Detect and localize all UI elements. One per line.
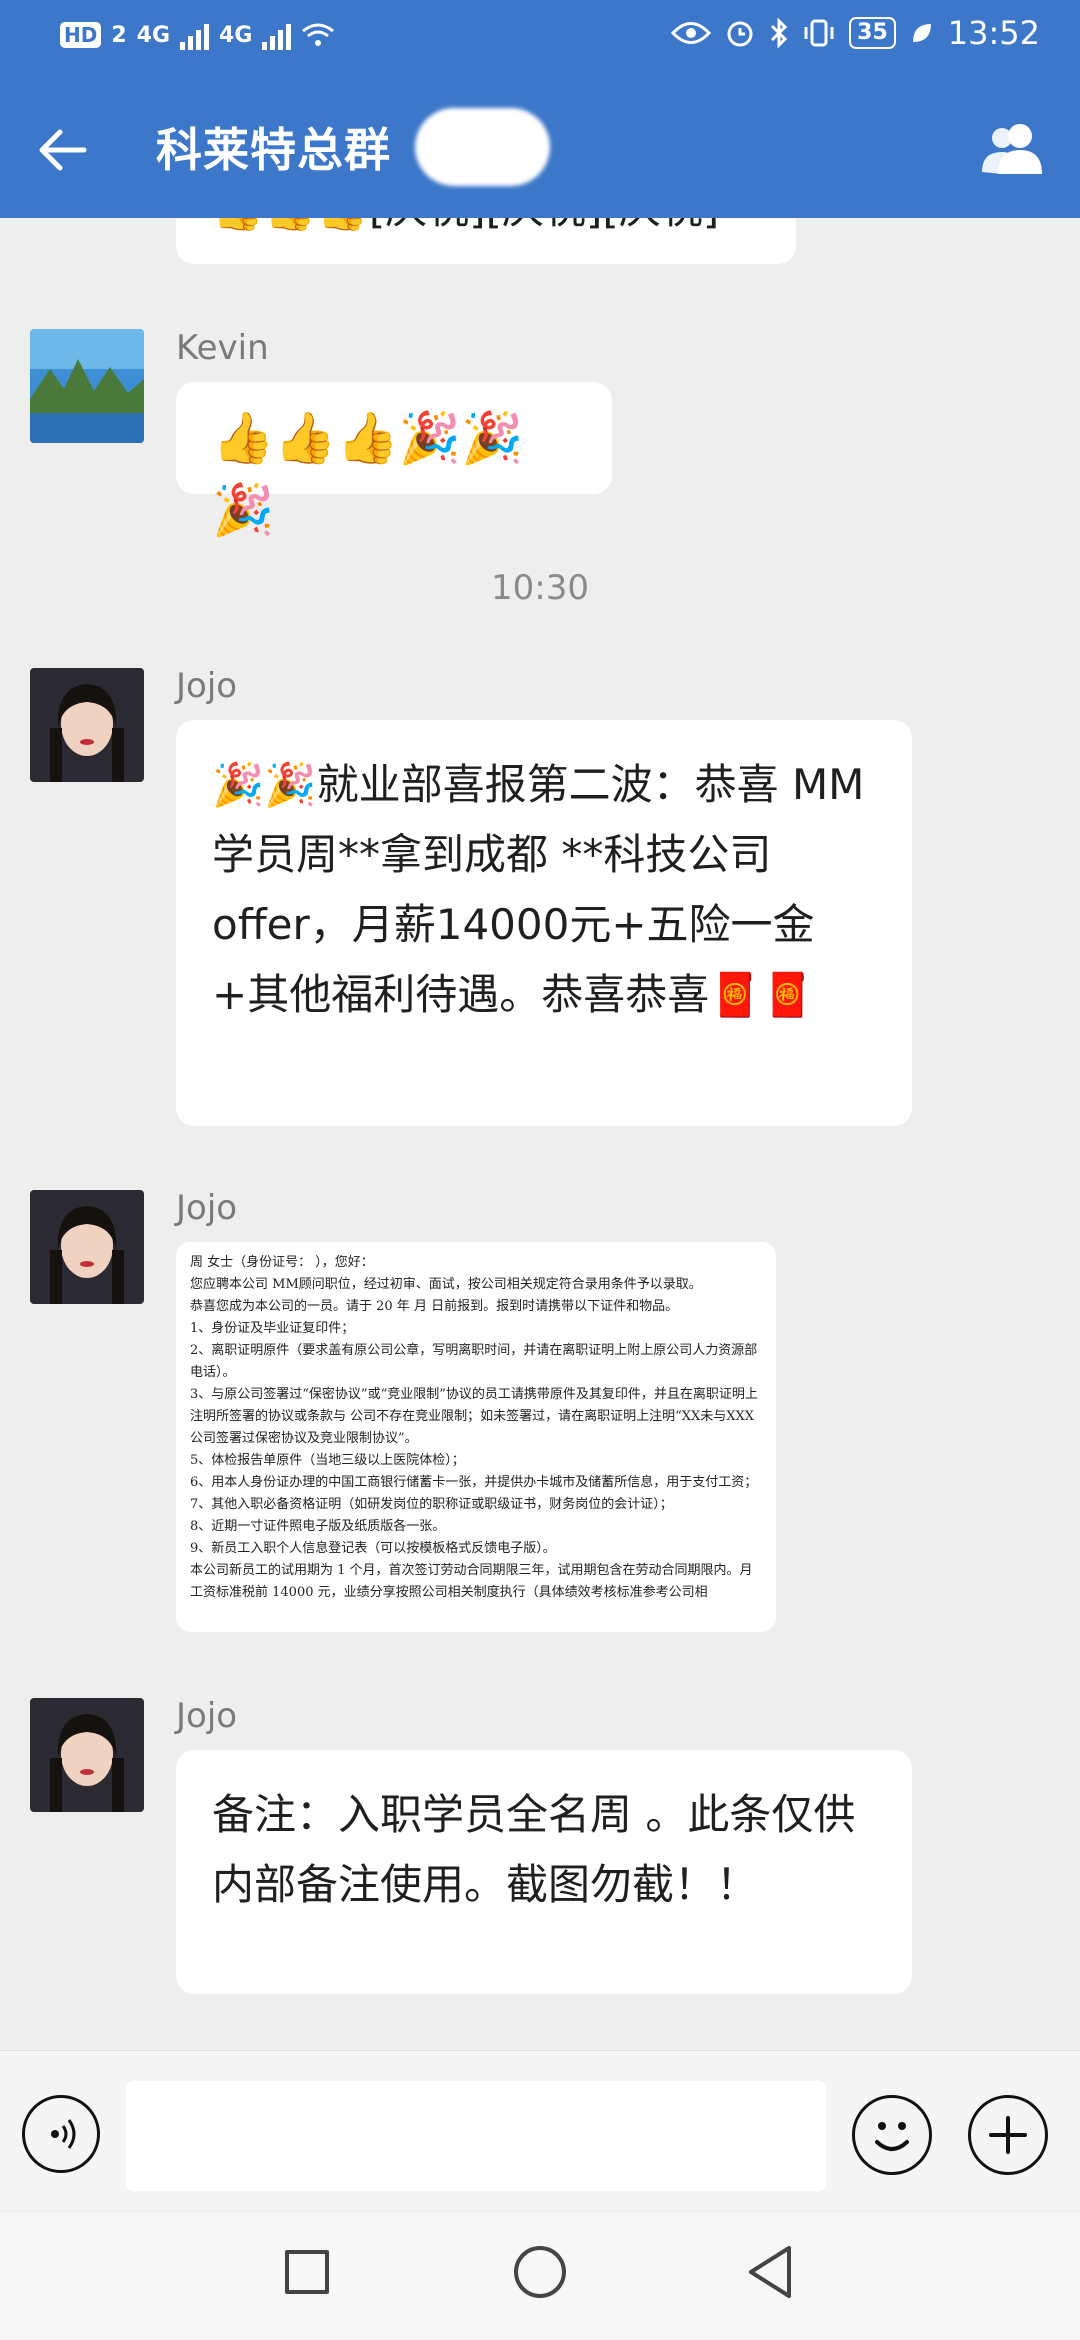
avatar-jojo[interactable] (30, 1698, 144, 1812)
hd-badge: HD (60, 22, 102, 48)
doc-line: 5、体检报告单原件（当地三级以上医院体检）； (190, 1453, 465, 1468)
voice-input-button[interactable] (22, 2095, 100, 2173)
status-bar: HD 2 4G 4G 35 13:52 (0, 0, 1080, 76)
wifi-icon (302, 23, 335, 46)
message-bubble[interactable]: 👍👍👍[庆祝][庆祝][庆祝] (176, 218, 796, 264)
avatar-kevin[interactable] (30, 329, 144, 443)
message-input[interactable] (126, 2081, 826, 2191)
message-text: 🎉🎉就业部喜报第二波：恭喜 MM学员周**拿到成都 **科技公司offer，月薪… (212, 760, 865, 1019)
doc-line: 2、离职证明原件（要求盖有原公司公章，写明离职时间，并请在离职证明上附上原公司人… (190, 1343, 758, 1380)
leaf-icon (912, 24, 931, 42)
back-arrow-icon[interactable] (34, 120, 94, 180)
message-bubble[interactable]: 备注：入职学员全名周 。此条仅供内部备注使用。截图勿截！！ (176, 1750, 912, 1994)
message-text: 👍👍👍🎉🎉🎉 (212, 409, 524, 539)
signal-icon-2 (262, 20, 292, 50)
nav-bar: 科莱特总群 (0, 90, 1080, 200)
signal-icon (180, 20, 210, 50)
doc-line: 1、身份证及毕业证复印件； (190, 1321, 355, 1336)
plus-icon (989, 2116, 1027, 2154)
avatar-jojo[interactable] (30, 1190, 144, 1304)
doc-line: 7、其他入职必备资格证明（如研发岗位的职称证或职级证书，财务岗位的会计证）； (190, 1497, 673, 1512)
sender-name: Jojo (176, 1696, 238, 1736)
message-bubble[interactable]: 👍👍👍🎉🎉🎉 (176, 382, 612, 539)
emoji-button[interactable] (852, 2095, 932, 2175)
network-label-2: 4G (219, 22, 253, 48)
smiley-icon (875, 2122, 909, 2151)
input-bar (0, 2050, 1080, 2211)
sender-name: Kevin (176, 328, 269, 368)
offer-letter-image[interactable]: 周 女士（身份证号： ），您好： 您应聘本公司 MM顾问职位，经过初审、面试，按… (176, 1242, 776, 1632)
message-text: 👍👍👍[庆祝][庆祝][庆祝] (212, 218, 760, 244)
doc-line: 恭喜您成为本公司的一员。请于 20 年 月 日前报到。报到时请携带以下证件和物品… (190, 1299, 679, 1314)
message-bubble[interactable]: 🎉🎉就业部喜报第二波：恭喜 MM学员周**拿到成都 **科技公司offer，月薪… (176, 720, 912, 1126)
header-bar: HD 2 4G 4G 35 13:52 科莱特总群 (0, 0, 1080, 218)
back-triangle-icon[interactable] (745, 2244, 795, 2300)
doc-line: 3、与原公司签署过“保密协议”或“竞业限制”协议的员工请携带原件及其复印件，并且… (190, 1387, 758, 1446)
chat-area[interactable]: 👍👍👍[庆祝][庆祝][庆祝] Kevin 👍👍👍🎉🎉🎉 10:30 Jojo … (0, 218, 1080, 2050)
redaction-blur (415, 108, 550, 186)
sim-indicator: 2 (111, 22, 127, 48)
timestamp: 10:30 (491, 568, 589, 608)
sender-name: Jojo (176, 1188, 238, 1228)
doc-line: 8、近期一寸证件照电子版及纸质版各一张。 (190, 1519, 446, 1534)
group-members-icon[interactable] (980, 120, 1050, 176)
voice-icon (51, 2119, 76, 2149)
network-label-1: 4G (136, 22, 171, 48)
sender-name: Jojo (176, 666, 238, 706)
doc-line: 9、新员工入职个人信息登记表（可以按模板格式反馈电子版）。 (190, 1541, 556, 1556)
more-actions-button[interactable] (968, 2095, 1048, 2175)
chat-title: 科莱特总群 (156, 123, 391, 177)
doc-line: 周 女士（身份证号： ），您好： (190, 1255, 374, 1270)
eye-icon (671, 22, 712, 44)
doc-line: 本公司新员工的试用期为 1 个月，首次签订劳动合同期限三年，试用期包含在劳动合同… (190, 1563, 753, 1600)
doc-line: 您应聘本公司 MM顾问职位，经过初审、面试，按公司相关规定符合录用条件予以录取。 (190, 1277, 702, 1292)
recents-button[interactable] (285, 2250, 329, 2294)
home-button[interactable] (514, 2246, 566, 2298)
message-text: 备注：入职学员全名周 。此条仅供内部备注使用。截图勿截！！ (212, 1790, 856, 1909)
doc-line: 6、用本人身份证办理的中国工商银行储蓄卡一张，并提供办卡城市及储蓄所信息，用于支… (190, 1475, 758, 1490)
avatar-jojo[interactable] (30, 668, 144, 782)
battery-indicator: 35 (849, 17, 896, 49)
system-nav-bar (0, 2212, 1080, 2340)
alarm-icon (727, 21, 753, 47)
status-time: 13:52 (947, 14, 1040, 52)
bluetooth-icon (771, 17, 788, 49)
vibrate-icon (804, 19, 834, 47)
